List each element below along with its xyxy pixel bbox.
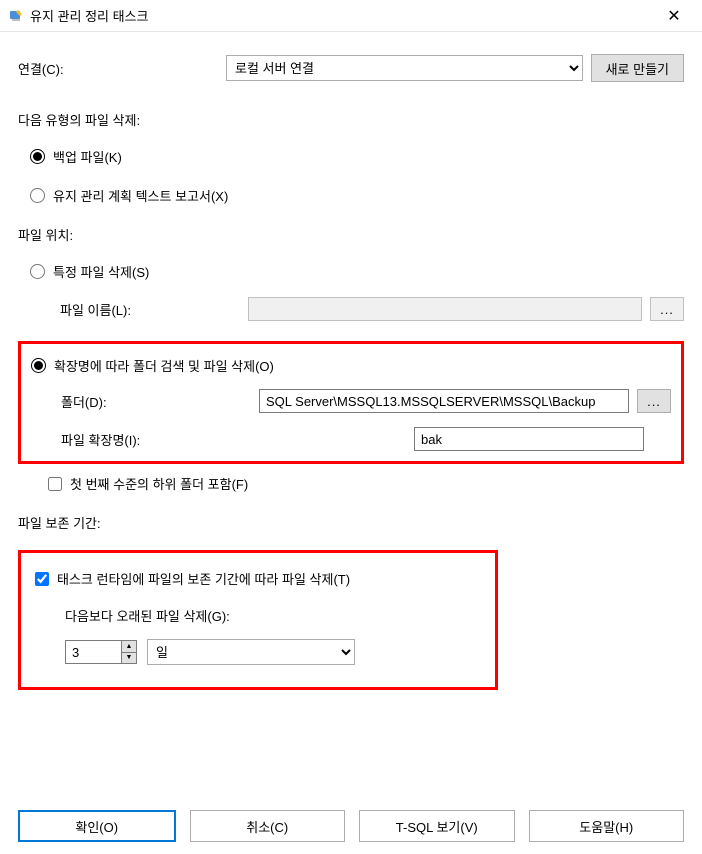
spinner-up-button[interactable]: ▲ bbox=[122, 641, 136, 653]
delete-by-age-label: 태스크 런타임에 파일의 보존 기간에 따라 파일 삭제(T) bbox=[57, 569, 350, 588]
file-name-browse-button: ... bbox=[650, 297, 684, 321]
include-subfolders-checkbox[interactable] bbox=[48, 477, 62, 491]
age-unit-select[interactable]: 일 bbox=[147, 639, 355, 665]
radio-specific-file[interactable]: 특정 파일 삭제(S) bbox=[30, 262, 684, 281]
extension-input[interactable] bbox=[414, 427, 644, 451]
titlebar: 유지 관리 정리 태스크 ✕ bbox=[0, 0, 702, 32]
radio-report-files-input[interactable] bbox=[30, 188, 45, 203]
radio-report-files-label: 유지 관리 계획 텍스트 보고서(X) bbox=[53, 186, 228, 205]
ok-button[interactable]: 확인(O) bbox=[18, 810, 176, 842]
radio-specific-file-label: 특정 파일 삭제(S) bbox=[53, 262, 149, 281]
folder-label: 폴더(D): bbox=[61, 392, 251, 411]
footer: 확인(O) 취소(C) T-SQL 보기(V) 도움말(H) bbox=[18, 810, 684, 842]
window-title: 유지 관리 정리 태스크 bbox=[30, 6, 654, 25]
include-subfolders-row[interactable]: 첫 번째 수준의 하위 폴더 포함(F) bbox=[48, 474, 684, 493]
file-name-input bbox=[248, 297, 642, 321]
file-type-section-label: 다음 유형의 파일 삭제: bbox=[18, 110, 684, 129]
connection-label: 연결(C): bbox=[18, 59, 218, 78]
file-location-section-label: 파일 위치: bbox=[18, 225, 684, 244]
spinner-down-button[interactable]: ▼ bbox=[122, 653, 136, 664]
cancel-button[interactable]: 취소(C) bbox=[190, 810, 346, 842]
age-value-input[interactable] bbox=[65, 640, 121, 664]
highlight-age-section: 태스크 런타임에 파일의 보존 기간에 따라 파일 삭제(T) 다음보다 오래된… bbox=[18, 550, 498, 690]
extension-label: 파일 확장명(I): bbox=[61, 430, 251, 449]
radio-backup-files-label: 백업 파일(K) bbox=[53, 147, 122, 166]
delete-by-age-checkbox[interactable] bbox=[35, 572, 49, 586]
tsql-view-button[interactable]: T-SQL 보기(V) bbox=[359, 810, 515, 842]
age-row: 다음보다 오래된 파일 삭제(G): ▲ ▼ 일 bbox=[65, 606, 481, 665]
radio-specific-file-input[interactable] bbox=[30, 264, 45, 279]
folder-input[interactable] bbox=[259, 389, 629, 413]
close-button[interactable]: ✕ bbox=[654, 2, 694, 30]
file-age-section-label: 파일 보존 기간: bbox=[18, 513, 684, 532]
file-name-label: 파일 이름(L): bbox=[60, 300, 240, 319]
radio-search-by-ext-label: 확장명에 따라 폴더 검색 및 파일 삭제(O) bbox=[54, 356, 274, 375]
folder-browse-button[interactable]: ... bbox=[637, 389, 671, 413]
radio-backup-files[interactable]: 백업 파일(K) bbox=[30, 147, 684, 166]
connection-select[interactable]: 로컬 서버 연결 bbox=[226, 55, 583, 81]
radio-backup-files-input[interactable] bbox=[30, 149, 45, 164]
extension-row: 파일 확장명(I): bbox=[61, 427, 671, 451]
delete-by-age-row[interactable]: 태스크 런타임에 파일의 보존 기간에 따라 파일 삭제(T) bbox=[35, 569, 481, 588]
older-than-label: 다음보다 오래된 파일 삭제(G): bbox=[65, 606, 481, 625]
radio-report-files[interactable]: 유지 관리 계획 텍스트 보고서(X) bbox=[30, 186, 684, 205]
app-icon bbox=[8, 8, 24, 24]
spinner-buttons: ▲ ▼ bbox=[121, 640, 137, 664]
connection-row: 연결(C): 로컬 서버 연결 새로 만들기 bbox=[18, 54, 684, 82]
radio-search-by-ext-input[interactable] bbox=[31, 358, 46, 373]
age-spinner[interactable]: ▲ ▼ bbox=[65, 640, 137, 664]
file-name-row: 파일 이름(L): ... bbox=[60, 297, 684, 321]
age-controls: ▲ ▼ 일 bbox=[65, 639, 481, 665]
include-subfolders-label: 첫 번째 수준의 하위 폴더 포함(F) bbox=[70, 474, 248, 493]
folder-row: 폴더(D): ... bbox=[61, 389, 671, 413]
dialog-content: 연결(C): 로컬 서버 연결 새로 만들기 다음 유형의 파일 삭제: 백업 … bbox=[0, 32, 702, 690]
highlight-folder-section: 확장명에 따라 폴더 검색 및 파일 삭제(O) 폴더(D): ... 파일 확… bbox=[18, 341, 684, 464]
new-connection-button[interactable]: 새로 만들기 bbox=[591, 54, 684, 82]
radio-search-by-ext[interactable]: 확장명에 따라 폴더 검색 및 파일 삭제(O) bbox=[31, 356, 671, 375]
help-button[interactable]: 도움말(H) bbox=[529, 810, 685, 842]
